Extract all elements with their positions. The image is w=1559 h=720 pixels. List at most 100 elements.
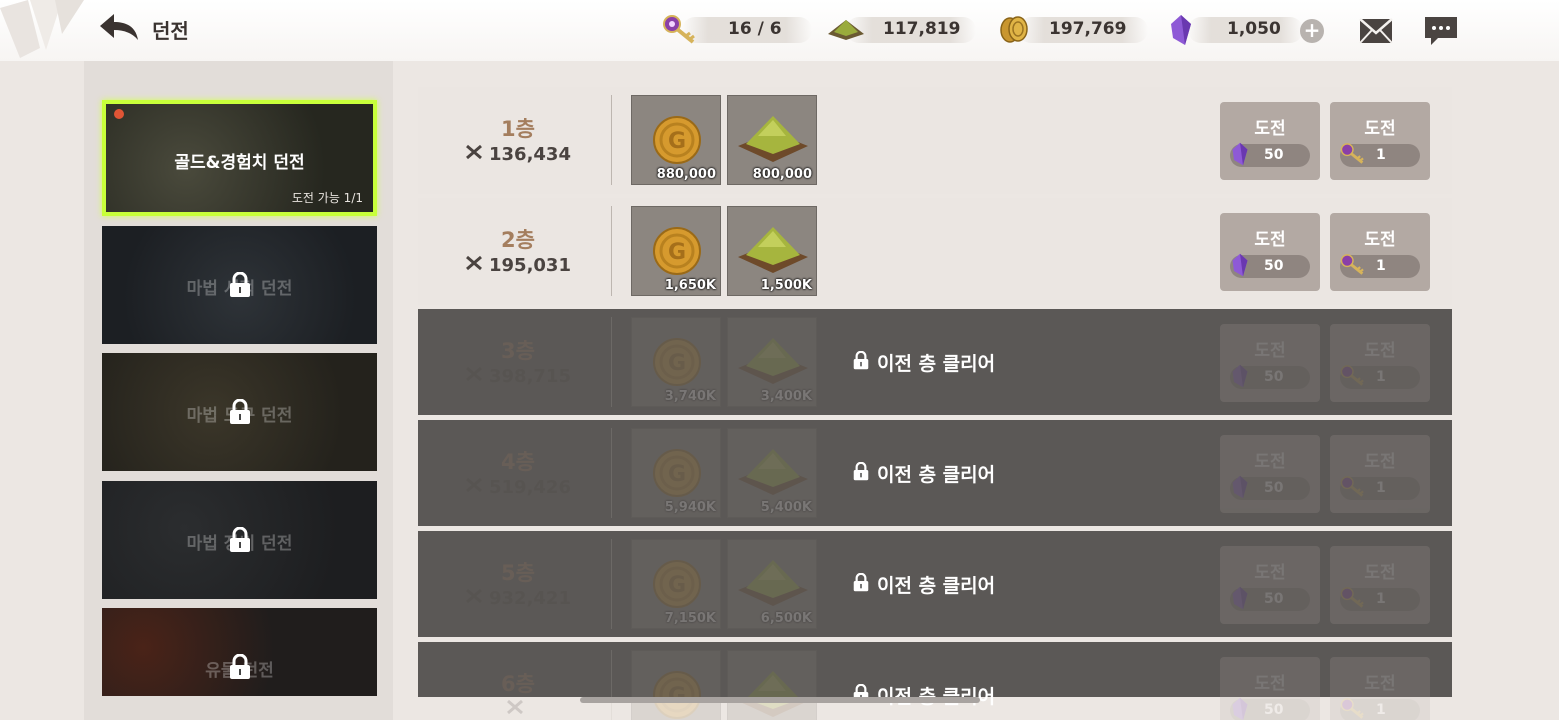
floor-name: 2층 [501, 228, 535, 252]
floor-power-value: 136,434 [489, 144, 571, 165]
purple-crystal-icon [1230, 364, 1250, 392]
combat-power-icon [465, 144, 483, 165]
purple-crystal-icon [1230, 697, 1250, 720]
challenge-key-button[interactable]: 도전 1 [1330, 435, 1430, 513]
challenge-key-button[interactable]: 도전 1 [1330, 546, 1430, 624]
crystal-cost: 50 [1264, 369, 1284, 385]
lock-icon [853, 461, 869, 486]
floor-name: 3층 [501, 339, 535, 363]
resource-crystal: 1,050 [1168, 14, 1308, 45]
chat-button[interactable] [1424, 16, 1458, 46]
challenge-label: 도전 [1254, 563, 1286, 583]
reward-amount: 1,500K [760, 278, 812, 293]
reward-amount: 6,500K [760, 611, 812, 626]
reward-exp: 3,400K [727, 317, 817, 407]
envelope-icon [1359, 18, 1393, 48]
page-title: 던전 [152, 18, 189, 43]
floor-name: 5층 [501, 561, 535, 585]
dungeon-card-magic-book[interactable]: 마법 서적 던전 [102, 226, 377, 344]
challenge-label: 도전 [1364, 452, 1396, 472]
svg-text:G: G [668, 129, 686, 154]
reward-amount: 1,650K [664, 278, 716, 293]
locked-message: 이전 층 클리어 [853, 460, 995, 487]
dungeon-card-magic-gear[interactable]: 마법 장비 던전 [102, 481, 377, 599]
floor-row: 1층 136,434 G 880,000 800,000 도전 50 도전 1 [418, 87, 1452, 194]
dungeon-card-gold-exp[interactable]: 골드&경험치 던전 도전 가능 1/1 [102, 100, 377, 216]
floor-name: 4층 [501, 450, 535, 474]
challenge-crystal-button[interactable]: 도전 50 [1220, 435, 1320, 513]
divider [611, 317, 612, 407]
exp-powder-icon [728, 651, 818, 720]
crystal-cost: 50 [1264, 591, 1284, 607]
lock-icon [853, 683, 869, 708]
floor-power: 195,031 [418, 255, 618, 276]
challenge-label: 도전 [1364, 341, 1396, 361]
floor-list-scrollbar[interactable] [580, 697, 980, 703]
key-cost: 1 [1376, 258, 1386, 274]
floor-name: 6층 [501, 672, 535, 696]
dungeon-key-icon [662, 14, 698, 50]
reward-gold: G 880,000 [631, 95, 721, 185]
challenge-key-button[interactable]: 도전 1 [1330, 102, 1430, 180]
floor-row: 2층 195,031 G 1,650K 1,500K 도전 50 도전 1 [418, 198, 1452, 305]
floor-power-value: 519,426 [489, 477, 571, 498]
challenge-label: 도전 [1364, 563, 1396, 583]
dungeon-card-magic-tool[interactable]: 마법 도구 던전 [102, 353, 377, 471]
dungeon-card-relic[interactable]: 유물 던전 [102, 608, 377, 696]
challenge-label: 도전 [1254, 341, 1286, 361]
back-arrow-icon [98, 12, 140, 46]
reward-exp: 5,400K [727, 428, 817, 518]
reward-exp: 1,500K [727, 206, 817, 296]
challenge-key-button[interactable]: 도전 1 [1330, 324, 1430, 402]
combat-power-icon [465, 255, 483, 276]
challenge-key-button[interactable]: 도전 1 [1330, 213, 1430, 291]
svg-text:G: G [668, 462, 686, 487]
locked-message: 이전 층 클리어 [853, 349, 995, 376]
reward-amount: 7,150K [664, 611, 716, 626]
key-cost: 1 [1376, 147, 1386, 163]
new-indicator-dot [114, 109, 124, 119]
challenge-crystal-button[interactable]: 도전 50 [1220, 546, 1320, 624]
dungeon-key-icon [1340, 586, 1366, 614]
challenge-crystal-button[interactable]: 도전 50 [1220, 657, 1320, 720]
purple-crystal-icon [1230, 253, 1250, 281]
lock-icon [229, 653, 251, 680]
crystal-cost: 50 [1264, 258, 1284, 274]
crystal-cost: 50 [1264, 702, 1284, 718]
floor-power: 398,715 [418, 366, 618, 387]
reward-gold: G 5,940K [631, 428, 721, 518]
floor-power: 519,426 [418, 477, 618, 498]
floor-power-value: 195,031 [489, 255, 571, 276]
combat-power-icon [465, 366, 483, 387]
challenge-key-button[interactable]: 도전 1 [1330, 657, 1430, 720]
challenge-crystal-button[interactable]: 도전 50 [1220, 102, 1320, 180]
divider [611, 206, 612, 296]
floor-power: 932,421 [418, 588, 618, 609]
challenge-label: 도전 [1254, 119, 1286, 139]
add-crystal-button[interactable]: + [1300, 19, 1324, 43]
exp-powder-icon [826, 14, 866, 48]
reward-exp: 800,000 [727, 95, 817, 185]
gold-coin-icon: G [632, 651, 722, 720]
back-button[interactable]: 던전 [98, 12, 189, 46]
challenge-crystal-button[interactable]: 도전 50 [1220, 324, 1320, 402]
challenge-label: 도전 [1364, 119, 1396, 139]
purple-crystal-icon [1168, 14, 1194, 50]
divider [611, 95, 612, 185]
combat-power-icon [465, 588, 483, 609]
reward-exp: 6,500K [727, 539, 817, 629]
reward-amount: 5,940K [664, 500, 716, 515]
challenge-crystal-button[interactable]: 도전 50 [1220, 213, 1320, 291]
purple-crystal-icon [1230, 475, 1250, 503]
floor-power: 136,434 [418, 144, 618, 165]
crystal-cost: 50 [1264, 480, 1284, 496]
challenge-label: 도전 [1364, 674, 1396, 694]
reward-exp [727, 650, 817, 720]
locked-message: 이전 층 클리어 [853, 571, 995, 598]
resource-exp: 117,819 [826, 14, 976, 44]
challenge-label: 도전 [1254, 674, 1286, 694]
divider [611, 650, 612, 720]
key-cost: 1 [1376, 591, 1386, 607]
key-cost: 1 [1376, 702, 1386, 718]
mail-button[interactable] [1359, 18, 1393, 44]
